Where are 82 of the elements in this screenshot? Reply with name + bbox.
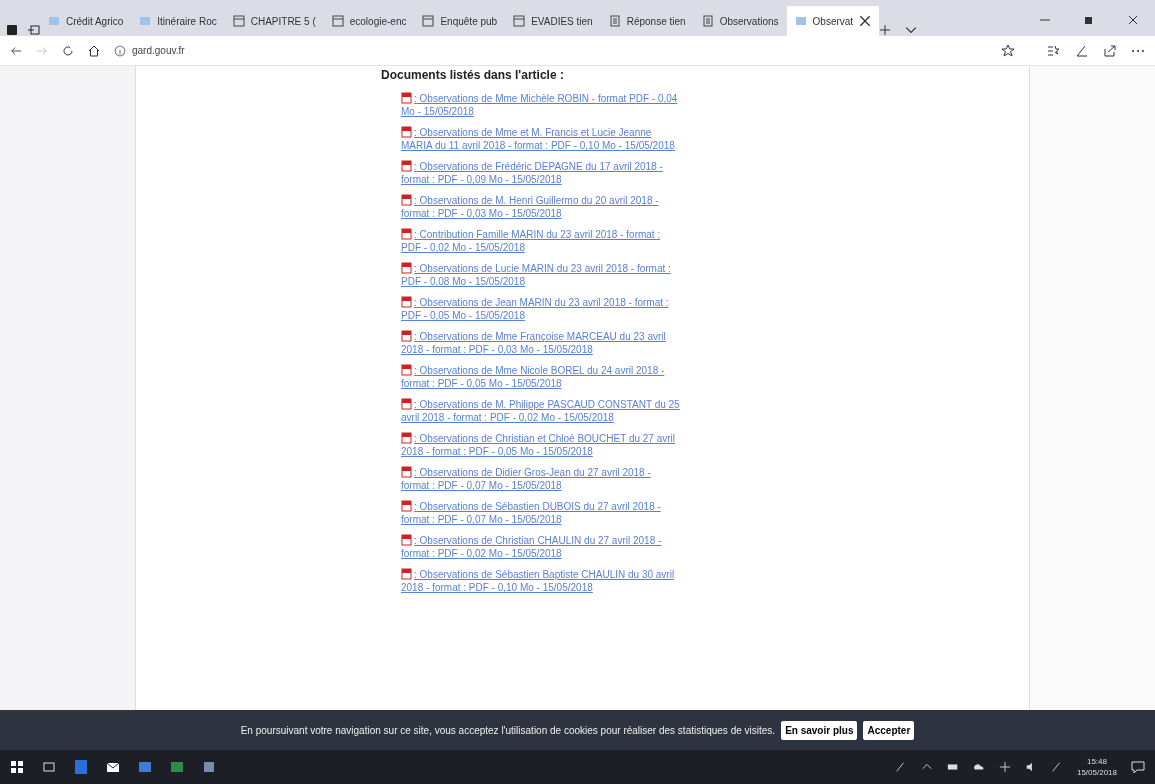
excel-app-icon[interactable] [170,760,184,774]
document-icon [608,15,621,27]
browser-tab[interactable]: Observat [786,6,880,36]
word-app-icon[interactable] [138,760,152,774]
start-icon[interactable] [10,760,24,774]
chevron-down-icon[interactable] [905,24,918,36]
page-icon [331,15,344,27]
pdf-file-icon [401,296,412,308]
document-link[interactable]: : Observations de Mme Françoise MARCEAU du 23 avril 2018 - format : PDF - 0,03 Mo - 15/05/2018 [401,330,681,356]
favorite-star-icon[interactable] [1001,43,1015,58]
close-icon[interactable] [1127,13,1139,26]
cloud-icon[interactable] [972,761,985,773]
pdf-file-icon [401,568,412,580]
document-link[interactable]: : Observations de Sébastien Baptiste CHAULIN du 30 avril 2018 - format : PDF - 0,10 Mo - 15/05/2018 [401,568,681,594]
mail-icon[interactable] [106,760,120,774]
share-icon[interactable] [1103,43,1117,58]
document-icon [701,15,714,27]
pdf-file-icon [401,160,412,172]
browser-tab[interactable]: ecologie-enc [323,6,415,36]
refresh-icon[interactable] [62,44,74,57]
clock-date[interactable]: 15/05/2018 [1076,767,1117,778]
document-link[interactable]: : Observations de M. Henri Guillermo du 20 avril 2018 - format : PDF - 0,03 Mo - 15/05/2018 [401,194,681,220]
pen-icon[interactable] [894,761,907,773]
battery-icon[interactable] [946,761,959,773]
document-link[interactable]: : Observations de Lucie MARIN du 23 avril 2018 - format : PDF - 0,08 Mo - 15/05/2018 [401,262,681,288]
document-link[interactable]: : Observations de Mme Michèle ROBIN - format PDF - 0,04 Mo - 15/05/2018 [401,92,681,118]
pdf-file-icon [401,92,412,104]
pdf-file-icon [401,432,412,444]
accept-button[interactable]: Accepter [863,720,915,740]
cookie-notice-text: En poursuivant votre navigation sur ce site, vous acceptez l'utilisation de cookies pour réaliser des statistiques de visites. [240,723,776,738]
pen-icon[interactable] [1050,761,1063,773]
pdf-file-icon [401,194,412,206]
page-icon [422,15,435,27]
browser-app-icon[interactable] [74,760,88,774]
document-link[interactable]: : Observations de Jean MARIN du 23 avril 2018 - format : PDF - 0,05 Mo - 15/05/2018 [401,296,681,322]
browser-tab[interactable]: Réponse tien [600,6,694,36]
pdf-file-icon [401,398,412,410]
document-link[interactable]: : Observations de Christian et Chloé BOUCHET du 27 avril 2018 - format : PDF - 0,05 Mo - 15/05/2018 [401,432,681,458]
browser-tab[interactable]: CHAPITRE 5 ( [224,6,324,36]
learn-more-button[interactable]: En savoir plus [781,720,858,740]
pdf-file-icon [401,262,412,274]
close-icon[interactable] [859,15,872,27]
pdf-file-icon [401,126,412,138]
site-favicon-icon [139,15,152,27]
network-icon[interactable] [998,761,1011,773]
pdf-file-icon [401,364,412,376]
pdf-file-icon [401,534,412,546]
app-window-icon[interactable] [202,760,216,774]
document-link[interactable]: : Observations de Didier Gros-Jean du 27 avril 2018 - format : PDF - 0,07 Mo - 15/05/2018 [401,466,681,492]
pdf-file-icon [401,330,412,342]
tabs-aside-icon[interactable] [6,24,18,36]
favorites-list-icon[interactable] [1047,43,1061,58]
document-link[interactable]: : Observations de Christian CHAULIN du 27 avril 2018 - format : PDF - 0,02 Mo - 15/05/2018 [401,534,681,560]
document-link[interactable]: : Observations de Sébastien DUBOIS du 27 avril 2018 - format : PDF - 0,07 Mo - 15/05/2018 [401,500,681,526]
document-link[interactable]: : Observations de Mme Nicole BOREL du 24 avril 2018 - format : PDF - 0,05 Mo - 15/05/2018 [401,364,681,390]
browser-tab[interactable]: Itinéraire Roc [131,6,225,36]
notifications-icon[interactable] [1131,760,1145,774]
back-icon[interactable] [10,44,22,57]
url-text[interactable]: gard.gouv.fr [132,43,185,58]
tab-preview-icon[interactable] [28,24,40,36]
browser-tab[interactable]: Enquête pub [414,6,506,36]
document-link[interactable]: : Observations de M. Philippe PASCAUD CONSTANT du 25 avril 2018 - format : PDF - 0,02 Mo - 15/05/2018 [401,398,681,424]
pdf-file-icon [401,500,412,512]
clock-time[interactable]: 15:48 [1076,756,1117,767]
document-link[interactable]: : Observations de Mme et M. Francis et Lucie Jeanne MARIA du 11 avril 2018 - format : PDF - 0,10 Mo - 15/05/2018 [401,126,681,152]
site-favicon-icon [48,15,60,27]
document-link[interactable]: : Observations de Frédéric DEPAGNE du 17 avril 2018 - format : PDF - 0,09 Mo - 15/05/2018 [401,160,681,186]
document-link[interactable]: : Contribution Famille MARIN du 23 avril 2018 - format : PDF - 0,02 Mo - 15/05/2018 [401,228,681,254]
section-heading: Documents listés dans l'article : [381,67,565,84]
browser-tab[interactable]: Observations [693,6,787,36]
browser-tab[interactable]: Crédit Agrico [40,6,132,36]
browser-tab[interactable]: EVADIES tien [505,6,601,36]
home-icon[interactable] [88,44,100,57]
task-view-icon[interactable] [42,760,56,774]
new-tab-icon[interactable] [879,24,892,36]
page-icon [232,15,245,27]
site-favicon-icon [794,15,807,27]
pdf-file-icon [401,228,412,240]
pen-icon[interactable] [1075,43,1089,58]
info-icon [114,44,126,57]
pdf-file-icon [401,466,412,478]
page-icon [513,15,526,27]
